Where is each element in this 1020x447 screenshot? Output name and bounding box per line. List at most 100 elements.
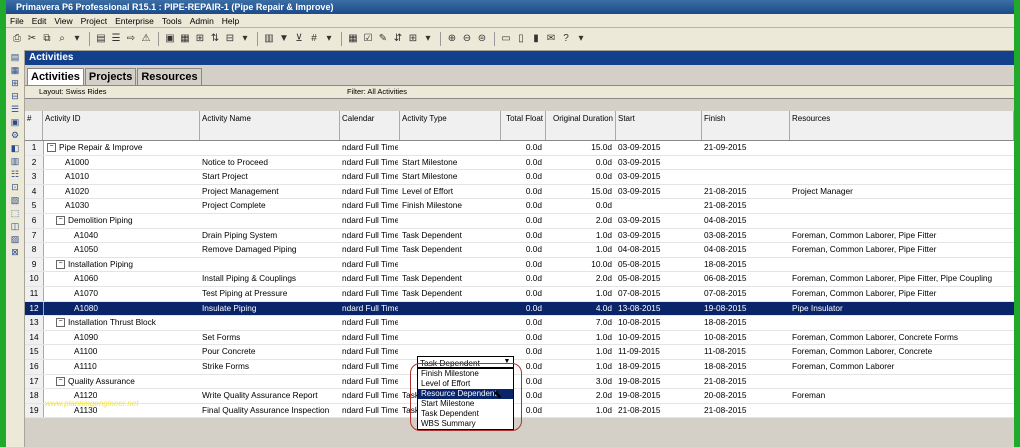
column-header-duration[interactable]: Original Duration: [546, 111, 616, 140]
column-header-start[interactable]: Start: [616, 111, 702, 140]
cell-name[interactable]: Project Management: [200, 185, 338, 199]
menu-item-file[interactable]: File: [10, 16, 24, 26]
side-tool-icon[interactable]: ⊟: [9, 91, 21, 102]
cell-type[interactable]: Start Milestone: [400, 156, 499, 170]
menu-item-admin[interactable]: Admin: [190, 16, 214, 26]
table-row[interactable]: 9− Installation Piping ndard Full Time 0.0d…: [25, 257, 1014, 273]
table-row[interactable]: 5 A1030 Project Complete ndard Full Time Fin…: [25, 199, 1014, 214]
toolbar-button-icon[interactable]: ⧉: [40, 32, 54, 46]
cell-type[interactable]: Task Dependent: [400, 272, 499, 286]
cell-name[interactable]: [200, 258, 338, 272]
side-tool-icon[interactable]: ▣: [9, 117, 21, 128]
cell-name[interactable]: Write Quality Assurance Report: [200, 389, 338, 403]
side-tool-icon[interactable]: ⬚: [9, 208, 21, 219]
cell-name[interactable]: Remove Damaged Piping: [200, 243, 338, 257]
menu-item-project[interactable]: Project: [81, 16, 107, 26]
toolbar-button-icon[interactable]: ⊞: [406, 32, 420, 46]
column-header-type[interactable]: Activity Type: [400, 111, 501, 140]
cell-type[interactable]: [400, 258, 499, 272]
toolbar-button-icon[interactable]: ▣: [163, 32, 177, 46]
table-row[interactable]: 8 A1050 Remove Damaged Piping ndard Full Ti…: [25, 243, 1014, 258]
collapse-toggle-icon[interactable]: −: [56, 376, 65, 386]
toolbar-button-icon[interactable]: ▾: [421, 32, 435, 46]
toolbar-button-icon[interactable]: ?: [559, 32, 573, 46]
toolbar-button-icon[interactable]: ⊻: [292, 32, 306, 46]
cell-name[interactable]: Install Piping & Couplings: [200, 272, 338, 286]
toolbar-button-icon[interactable]: ▯: [514, 32, 528, 46]
table-row[interactable]: 7 A1040 Drain Piping System ndard Full Time…: [25, 228, 1014, 244]
cell-type[interactable]: Start Milestone: [400, 170, 499, 184]
toolbar-button-icon[interactable]: ☰: [109, 32, 123, 46]
cell-type[interactable]: Level of Effort: [400, 185, 499, 199]
table-row[interactable]: 4 A1020 Project Management ndard Full Time L…: [25, 184, 1014, 200]
side-tool-icon[interactable]: ⊠: [9, 247, 21, 258]
table-row[interactable]: 3 A1010 Start Project ndard Full Time Start …: [25, 170, 1014, 185]
side-tool-icon[interactable]: ▧: [9, 195, 21, 206]
collapse-toggle-icon[interactable]: −: [47, 143, 56, 153]
cell-name[interactable]: Pour Concrete: [200, 345, 338, 359]
collapse-toggle-icon[interactable]: −: [56, 216, 65, 226]
column-header-id[interactable]: Activity ID: [43, 111, 200, 140]
collapse-toggle-icon[interactable]: −: [56, 318, 65, 328]
menu-item-edit[interactable]: Edit: [32, 16, 47, 26]
cell-type[interactable]: Task Dependent: [400, 229, 499, 243]
toolbar-button-icon[interactable]: ⇵: [391, 32, 405, 46]
toolbar-button-icon[interactable]: ▼: [277, 32, 291, 46]
cell-type[interactable]: [400, 302, 499, 316]
layout-label[interactable]: Layout: Swiss Rides: [39, 87, 107, 96]
cell-type[interactable]: [400, 141, 499, 155]
table-row[interactable]: 11 A1070 Test Piping at Pressure ndard Full…: [25, 286, 1014, 302]
side-tool-icon[interactable]: ◫: [9, 221, 21, 232]
toolbar-button-icon[interactable]: #: [307, 32, 321, 46]
side-tool-icon[interactable]: ▨: [9, 234, 21, 245]
toolbar-button-icon[interactable]: ▾: [70, 32, 84, 46]
table-row[interactable]: 6− Demolition Piping ndard Full Time 0.0d 2.…: [25, 213, 1014, 229]
toolbar-button-icon[interactable]: ⊞: [193, 32, 207, 46]
toolbar-button-icon[interactable]: ⇨: [124, 32, 138, 46]
toolbar-button-icon[interactable]: ⚠: [139, 32, 153, 46]
toolbar-button-icon[interactable]: ⊕: [445, 32, 459, 46]
column-header-finish[interactable]: Finish: [702, 111, 790, 140]
column-header-num[interactable]: #: [25, 111, 43, 140]
toolbar-button-icon[interactable]: ⊜: [475, 32, 489, 46]
side-tool-icon[interactable]: ◧: [9, 143, 21, 154]
toolbar-button-icon[interactable]: ▮: [529, 32, 543, 46]
side-tool-icon[interactable]: ⚙: [9, 130, 21, 141]
side-tool-icon[interactable]: ⊞: [9, 78, 21, 89]
side-tool-icon[interactable]: ▦: [9, 65, 21, 76]
cell-name[interactable]: Final Quality Assurance Inspection: [200, 404, 338, 418]
cell-type[interactable]: Task Dependent: [400, 243, 499, 257]
tab-resources[interactable]: Resources: [137, 68, 202, 85]
table-row[interactable]: 2 A1000 Notice to Proceed ndard Full Time St…: [25, 155, 1014, 171]
toolbar-button-icon[interactable]: ▤: [94, 32, 108, 46]
cell-name[interactable]: Notice to Proceed: [200, 156, 338, 170]
toolbar-button-icon[interactable]: ✉: [544, 32, 558, 46]
toolbar-button-icon[interactable]: ✂: [25, 32, 39, 46]
table-row[interactable]: 15 A1100 Pour Concrete ndard Full Time 0.0d 1…: [25, 345, 1014, 360]
column-header-float[interactable]: Total Float: [501, 111, 546, 140]
table-row[interactable]: 13− Installation Thrust Block ndard Full T…: [25, 316, 1014, 331]
toolbar-button-icon[interactable]: ▾: [574, 32, 588, 46]
cell-name[interactable]: Set Forms: [200, 331, 338, 345]
side-tool-icon[interactable]: ⊡: [9, 182, 21, 193]
menu-item-enterprise[interactable]: Enterprise: [115, 16, 154, 26]
cell-name[interactable]: [200, 316, 338, 330]
cell-type[interactable]: Task Dependent: [400, 287, 499, 301]
toolbar-button-icon[interactable]: ▾: [322, 32, 336, 46]
toolbar-button-icon[interactable]: ⌕: [55, 32, 69, 46]
toolbar-button-icon[interactable]: ☑: [361, 32, 375, 46]
menu-item-view[interactable]: View: [54, 16, 72, 26]
cell-name[interactable]: Start Project: [200, 170, 338, 184]
toolbar-button-icon[interactable]: ▥: [262, 32, 276, 46]
table-row[interactable]: 10 A1060 Install Piping & Couplings ndard F…: [25, 272, 1014, 287]
column-header-name[interactable]: Activity Name: [200, 111, 340, 140]
table-row[interactable]: 1− Pipe Repair & Improve ndard Full Time 0.…: [25, 141, 1014, 156]
cell-name[interactable]: Project Complete: [200, 199, 338, 213]
toolbar-button-icon[interactable]: ⇅: [208, 32, 222, 46]
toolbar-button-icon[interactable]: ⊟: [223, 32, 237, 46]
toolbar-button-icon[interactable]: ⊖: [460, 32, 474, 46]
cell-name[interactable]: Test Piping at Pressure: [200, 287, 338, 301]
column-header-calendar[interactable]: Calendar: [340, 111, 400, 140]
table-row[interactable]: 12 A1080 Insulate Piping ndard Full Time 0.0…: [25, 301, 1014, 317]
side-tool-icon[interactable]: ▤: [9, 52, 21, 63]
